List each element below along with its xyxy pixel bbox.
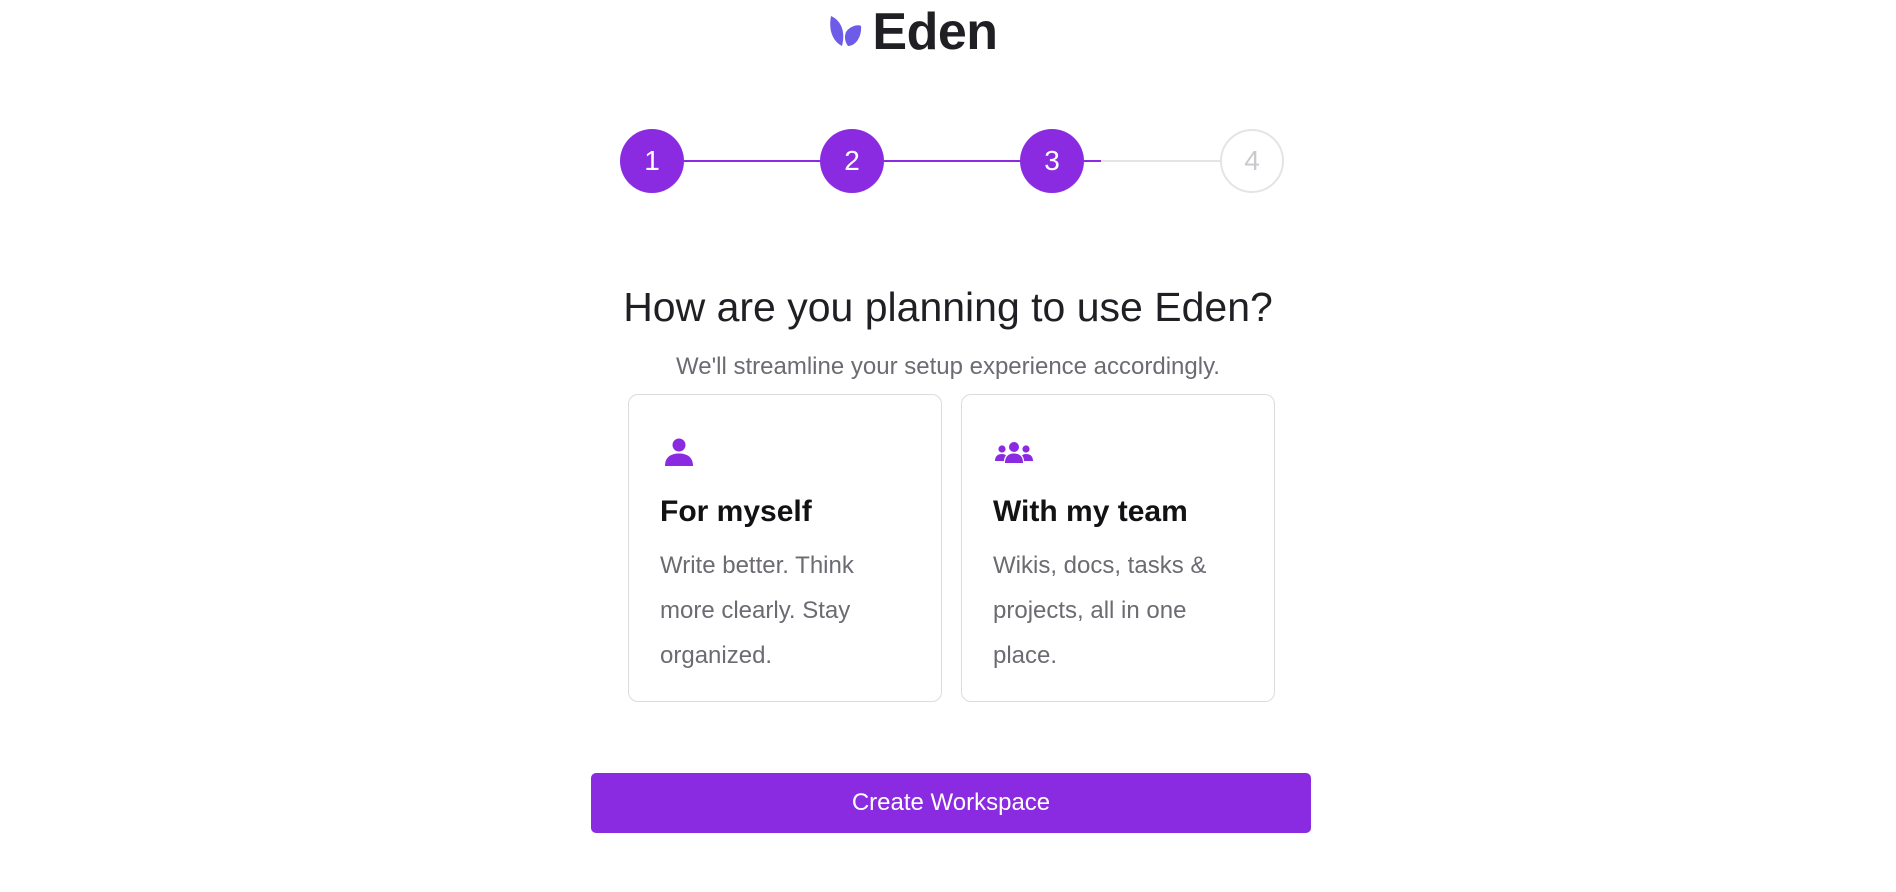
step-2: 2 xyxy=(820,129,884,193)
option-title: With my team xyxy=(993,495,1188,528)
step-connector-1-2 xyxy=(684,160,820,162)
page-title: How are you planning to use Eden? xyxy=(623,284,1273,330)
leaf-logo-icon xyxy=(830,16,862,46)
option-card-with-my-team[interactable]: With my team Wikis, docs, tasks & projec… xyxy=(961,394,1275,702)
user-icon xyxy=(665,438,693,466)
page-subtitle: We'll streamline your setup experience a… xyxy=(676,353,1220,380)
step-3: 3 xyxy=(1020,129,1084,193)
team-icon xyxy=(995,442,1033,463)
step-connector-2-3 xyxy=(884,160,1020,162)
step-connector-3-4 xyxy=(1101,160,1220,162)
create-workspace-button[interactable]: Create Workspace xyxy=(591,773,1311,833)
step-4: 4 xyxy=(1220,129,1284,193)
step-1: 1 xyxy=(620,129,684,193)
app-logo: Eden xyxy=(0,6,1896,58)
option-description: Write better. Think more clearly. Stay o… xyxy=(660,552,854,669)
option-title: For myself xyxy=(660,495,812,528)
logo-text: Eden xyxy=(872,3,998,61)
step-connector-3-4-progress xyxy=(1084,160,1101,162)
option-card-for-myself[interactable]: For myself Write better. Think more clea… xyxy=(628,394,942,702)
onboarding-page: Eden 1 2 3 4 How are you planning to use… xyxy=(0,0,1896,892)
option-description: Wikis, docs, tasks & projects, all in on… xyxy=(993,552,1207,669)
progress-stepper: 1 2 3 4 xyxy=(620,129,1284,193)
